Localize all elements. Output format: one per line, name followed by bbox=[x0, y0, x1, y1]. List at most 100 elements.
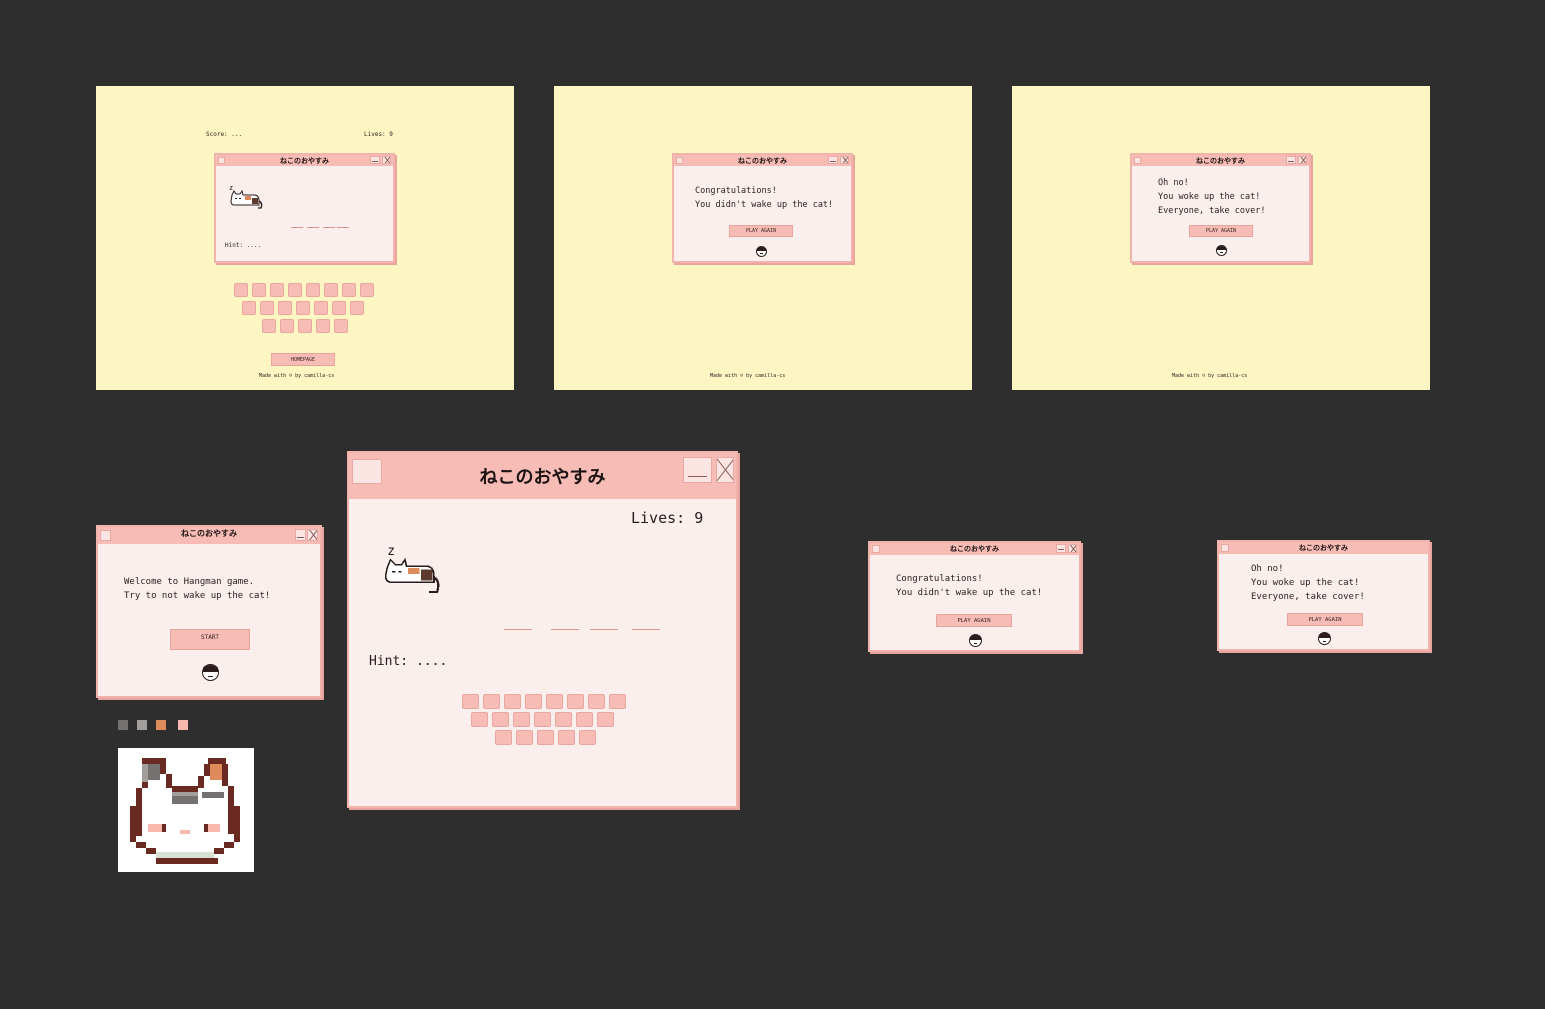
letter-key[interactable] bbox=[314, 301, 328, 315]
window-menu-icon[interactable] bbox=[1134, 157, 1141, 164]
letter-key[interactable] bbox=[546, 694, 563, 709]
letter-key[interactable] bbox=[597, 712, 614, 727]
close-icon[interactable] bbox=[382, 156, 391, 164]
letter-key[interactable] bbox=[252, 283, 266, 297]
win-message-line2: You didn't wake up the cat! bbox=[695, 200, 834, 210]
letter-key[interactable] bbox=[280, 319, 294, 333]
score-label: Score: ... bbox=[206, 131, 243, 138]
letter-key[interactable] bbox=[278, 301, 292, 315]
letter-key[interactable] bbox=[270, 283, 284, 297]
letter-key[interactable] bbox=[537, 730, 554, 745]
word-blank bbox=[307, 227, 319, 228]
letter-key[interactable] bbox=[558, 730, 575, 745]
letter-key[interactable] bbox=[234, 283, 248, 297]
letter-key[interactable] bbox=[324, 283, 338, 297]
letter-key[interactable] bbox=[334, 319, 348, 333]
lose-window-large: ねこのおやすみ Oh no! You woke up the cat! Ever… bbox=[1217, 540, 1430, 651]
minimize-icon[interactable] bbox=[370, 156, 380, 164]
letter-key[interactable] bbox=[342, 283, 356, 297]
letter-key[interactable] bbox=[513, 712, 530, 727]
letter-key[interactable] bbox=[306, 283, 320, 297]
play-again-button[interactable]: PLAY AGAIN bbox=[1287, 613, 1363, 626]
letter-key[interactable] bbox=[296, 301, 310, 315]
letter-key[interactable] bbox=[588, 694, 605, 709]
play-again-button[interactable]: PLAY AGAIN bbox=[729, 225, 793, 237]
window-menu-icon[interactable] bbox=[1221, 544, 1229, 552]
letter-key[interactable] bbox=[242, 301, 256, 315]
letter-key[interactable] bbox=[360, 283, 374, 297]
game-screen-frame: Score: ... Lives: 9 ねこのおやすみ z Hint: .... bbox=[96, 86, 514, 390]
window-title: ねこのおやすみ bbox=[950, 545, 999, 553]
letter-key[interactable] bbox=[492, 712, 509, 727]
window-title: ねこのおやすみ bbox=[181, 529, 237, 538]
lose-message-line1: Oh no! bbox=[1251, 564, 1284, 574]
letter-key[interactable] bbox=[525, 694, 542, 709]
letter-key[interactable] bbox=[495, 730, 512, 745]
word-blank bbox=[337, 227, 349, 228]
letter-key[interactable] bbox=[567, 694, 584, 709]
start-button[interactable]: START bbox=[170, 629, 250, 650]
letter-key[interactable] bbox=[516, 730, 533, 745]
minimize-icon[interactable] bbox=[1056, 544, 1066, 553]
window-title: ねこのおやすみ bbox=[479, 467, 606, 488]
letter-key[interactable] bbox=[576, 712, 593, 727]
letter-key[interactable] bbox=[534, 712, 551, 727]
letter-key[interactable] bbox=[579, 730, 596, 745]
palette-swatch bbox=[178, 720, 188, 730]
close-icon[interactable] bbox=[840, 156, 849, 164]
letter-key[interactable] bbox=[288, 283, 302, 297]
letter-key[interactable] bbox=[316, 319, 330, 333]
letter-key[interactable] bbox=[504, 694, 521, 709]
homepage-button[interactable]: HOMEPAGE bbox=[271, 353, 335, 366]
minimize-icon[interactable] bbox=[1286, 156, 1296, 164]
window-menu-icon[interactable] bbox=[100, 530, 111, 541]
minimize-icon[interactable] bbox=[683, 457, 712, 483]
letter-key[interactable] bbox=[332, 301, 346, 315]
window-title: ねこのおやすみ bbox=[1299, 544, 1348, 552]
close-icon[interactable] bbox=[1068, 544, 1077, 553]
win-message-line1: Congratulations! bbox=[896, 574, 983, 584]
face-emoji-icon bbox=[202, 664, 219, 681]
play-again-button[interactable]: PLAY AGAIN bbox=[1189, 225, 1253, 237]
footer-credit: Made with ☺ by camilla-cs bbox=[1172, 373, 1248, 379]
close-icon[interactable] bbox=[716, 457, 734, 483]
letter-key[interactable] bbox=[471, 712, 488, 727]
letter-key[interactable] bbox=[609, 694, 626, 709]
window-menu-icon[interactable] bbox=[676, 157, 683, 164]
window-menu-icon[interactable] bbox=[352, 459, 382, 484]
window-menu-icon[interactable] bbox=[218, 157, 225, 164]
welcome-window: ねこのおやすみ Welcome to Hangman game. Try to … bbox=[96, 525, 322, 698]
letter-key[interactable] bbox=[262, 319, 276, 333]
letter-key[interactable] bbox=[555, 712, 572, 727]
lose-message-line2: You woke up the cat! bbox=[1158, 192, 1261, 202]
word-blank bbox=[504, 629, 532, 630]
large-game-window: ねこのおやすみ Lives: 9 z Hint: .... bbox=[347, 451, 738, 808]
close-icon[interactable] bbox=[1298, 156, 1307, 164]
svg-text:z: z bbox=[229, 184, 233, 192]
minimize-icon[interactable] bbox=[828, 156, 838, 164]
win-window: ねこのおやすみ Congratulations! You didn't wake… bbox=[672, 153, 853, 263]
word-blank bbox=[291, 227, 303, 228]
hint-label: Hint: .... bbox=[225, 242, 262, 249]
word-blank bbox=[551, 629, 579, 630]
window-title: ねこのおやすみ bbox=[280, 156, 329, 165]
word-blank bbox=[590, 629, 618, 630]
letter-key[interactable] bbox=[350, 301, 364, 315]
cat-face-icon bbox=[118, 748, 254, 872]
letter-key[interactable] bbox=[260, 301, 274, 315]
lose-message-line2: You woke up the cat! bbox=[1251, 578, 1360, 588]
letter-key[interactable] bbox=[483, 694, 500, 709]
hint-label: Hint: .... bbox=[369, 654, 448, 669]
svg-text:z: z bbox=[387, 544, 395, 559]
minimize-icon[interactable] bbox=[295, 529, 306, 541]
close-icon[interactable] bbox=[307, 529, 318, 541]
footer-credit: Made with ☺ by camilla-cs bbox=[259, 373, 335, 379]
window-titlebar: ねこのおやすみ bbox=[1132, 155, 1309, 166]
play-again-button[interactable]: PLAY AGAIN bbox=[936, 614, 1012, 627]
letter-key[interactable] bbox=[298, 319, 312, 333]
word-blank bbox=[323, 227, 335, 228]
face-emoji-icon bbox=[969, 634, 982, 647]
window-menu-icon[interactable] bbox=[872, 545, 880, 553]
welcome-line1: Welcome to Hangman game. bbox=[124, 577, 255, 587]
letter-key[interactable] bbox=[462, 694, 479, 709]
